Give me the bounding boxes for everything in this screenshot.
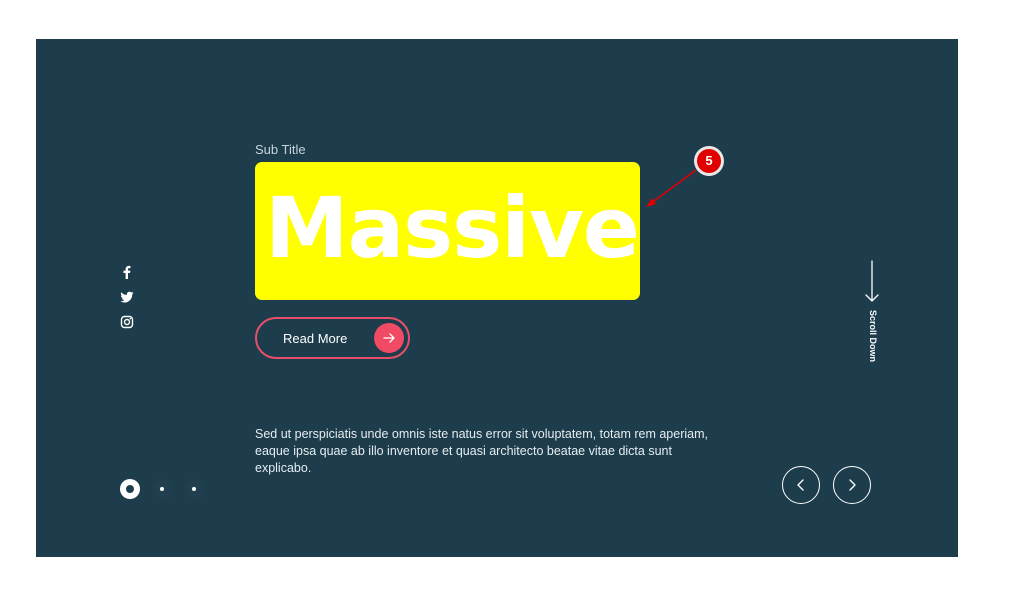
next-slide-button[interactable] xyxy=(833,466,871,504)
scroll-down[interactable]: Scroll Down xyxy=(862,260,882,363)
scroll-down-label: Scroll Down xyxy=(868,310,878,363)
prev-slide-button[interactable] xyxy=(782,466,820,504)
instagram-icon[interactable] xyxy=(120,315,134,329)
annotation-marker: 5 xyxy=(694,146,724,176)
chevron-right-icon xyxy=(849,479,856,491)
arrow-right-icon xyxy=(374,323,404,353)
facebook-icon[interactable] xyxy=(120,265,134,279)
hero-title-highlight: Massive xyxy=(255,162,640,300)
slide-dot-1[interactable] xyxy=(120,479,140,499)
slide-dot-2[interactable] xyxy=(152,479,172,499)
chevron-left-icon xyxy=(797,479,804,491)
read-more-button[interactable]: Read More xyxy=(255,317,410,359)
read-more-label: Read More xyxy=(283,331,348,346)
twitter-icon[interactable] xyxy=(120,290,134,304)
hero-title: Massive xyxy=(265,179,640,277)
arrow-down-icon xyxy=(865,260,879,302)
hero-description: Sed ut perspiciatis unde omnis iste natu… xyxy=(255,427,708,475)
hero-subtitle: Sub Title xyxy=(255,142,306,157)
annotation-arrow xyxy=(646,169,697,207)
hero-slide: Sub Title Massive Read More Sed ut persp… xyxy=(36,39,958,557)
social-links xyxy=(120,265,134,340)
slide-dot-3[interactable] xyxy=(184,479,204,499)
page: Sub Title Massive Read More Sed ut persp… xyxy=(0,0,1024,599)
annotation-number: 5 xyxy=(697,149,721,173)
